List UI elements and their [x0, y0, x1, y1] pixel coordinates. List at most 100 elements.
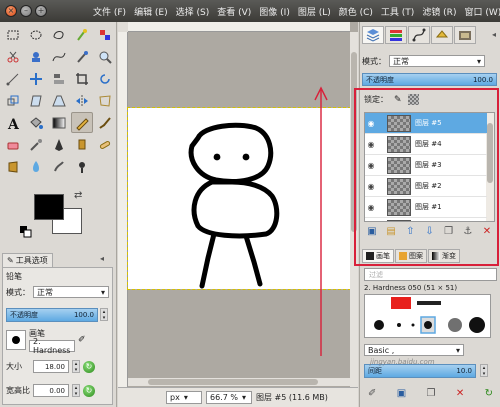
move-tool-button[interactable]	[25, 68, 47, 89]
tab-undo-history[interactable]	[431, 26, 453, 44]
close-window-button[interactable]: ×	[5, 5, 17, 17]
dock-menu-icon[interactable]: ◂	[492, 30, 496, 39]
align-tool-button[interactable]	[48, 68, 70, 89]
perspective-clone-tool-button[interactable]	[2, 156, 24, 177]
vertical-scroll-thumb[interactable]	[351, 52, 357, 232]
blur-tool-button[interactable]	[25, 156, 47, 177]
menu-edit[interactable]: 编辑 (E)	[130, 5, 172, 18]
unit-select[interactable]: px ▾	[166, 391, 202, 404]
layer-row[interactable]: ◉ 图层 #1	[365, 197, 487, 218]
tab-images[interactable]	[454, 26, 476, 44]
tab-brushes[interactable]: 画笔	[362, 249, 394, 263]
visibility-eye-icon[interactable]: ◉	[365, 140, 377, 149]
menu-view[interactable]: 查看 (V)	[213, 5, 255, 18]
mode-select[interactable]: 正常 ▾	[33, 286, 109, 298]
lower-layer-icon[interactable]: ⇩	[423, 224, 435, 238]
layer-row[interactable]: ◉ 图层 #5	[365, 113, 487, 134]
menu-tools[interactable]: 工具 (T)	[377, 5, 418, 18]
text-tool-button[interactable]: A	[2, 112, 24, 133]
scissors-tool-button[interactable]	[2, 46, 24, 67]
brush-filter-input[interactable]: 过滤	[364, 268, 497, 281]
menu-windows[interactable]: 窗口 (W)	[460, 5, 500, 18]
foreground-color-swatch[interactable]	[34, 194, 64, 220]
delete-brush-icon[interactable]: ✕	[456, 388, 464, 399]
cage-tool-button[interactable]	[94, 90, 116, 111]
free-select-tool-button[interactable]	[48, 24, 70, 45]
spacing-spinner[interactable]: ▴ ▾	[480, 364, 488, 377]
paintbrush-tool-button[interactable]	[94, 112, 116, 133]
brush-preview[interactable]	[6, 330, 26, 350]
new-layer-icon[interactable]: ▣	[366, 224, 378, 238]
canvas-horizontal-scrollbar[interactable]	[128, 378, 350, 386]
menu-colors[interactable]: 颜色 (C)	[335, 5, 377, 18]
bucket-fill-tool-button[interactable]	[25, 112, 47, 133]
paths-tool-button[interactable]	[48, 46, 70, 67]
new-brush-icon[interactable]: ▣	[397, 388, 406, 399]
raise-layer-icon[interactable]: ⇧	[404, 224, 416, 238]
vertical-ruler[interactable]	[118, 32, 128, 387]
rect-select-tool-button[interactable]	[2, 24, 24, 45]
blend-tool-button[interactable]	[48, 112, 70, 133]
horizontal-scroll-thumb[interactable]	[148, 379, 318, 385]
brush-preset-select[interactable]: Basic , ▾	[364, 344, 464, 356]
opacity-spinner[interactable]: ▴ ▾	[100, 308, 108, 321]
ink-tool-button[interactable]	[48, 134, 70, 155]
edit-brush-icon[interactable]: ✐	[368, 388, 376, 399]
tab-gradients[interactable]: 渐变	[428, 249, 460, 263]
aspect-spinner[interactable]: ▴ ▾	[72, 384, 80, 397]
minimize-window-button[interactable]: –	[20, 5, 32, 17]
delete-layer-icon[interactable]: ✕	[481, 224, 493, 238]
brush-spacing-slider[interactable]: 间距 10.0	[364, 364, 476, 378]
maximize-window-button[interactable]: +	[35, 5, 47, 17]
visibility-eye-icon[interactable]: ◉	[365, 119, 377, 128]
visibility-eye-icon[interactable]: ◉	[365, 182, 377, 191]
menu-filters[interactable]: 滤镜 (R)	[418, 5, 460, 18]
layer-opacity-slider[interactable]: 不透明度 100.0	[362, 73, 497, 86]
foreground-select-tool-button[interactable]	[25, 46, 47, 67]
zoom-select[interactable]: 66.7 % ▾	[206, 391, 252, 404]
layer-row[interactable]: ◉ 图层 #4	[365, 134, 487, 155]
tab-menu-icon[interactable]: ◂	[100, 254, 104, 263]
default-colors-icon[interactable]	[20, 226, 32, 238]
edit-brush-icon[interactable]: ✐	[78, 335, 86, 345]
layer-row[interactable]: ◉ 图层 #2	[365, 176, 487, 197]
reset-aspect-icon[interactable]: ↻	[83, 384, 95, 397]
color-picker-tool-button[interactable]	[71, 46, 93, 67]
anchor-layer-icon[interactable]: ⚓	[462, 224, 474, 238]
crop-tool-button[interactable]	[71, 68, 93, 89]
refresh-brushes-icon[interactable]: ↻	[485, 388, 493, 399]
size-input[interactable]: 18.00	[33, 360, 69, 373]
perspective-tool-button[interactable]	[48, 90, 70, 111]
visibility-eye-icon[interactable]: ◉	[365, 203, 377, 212]
measure-tool-button[interactable]	[2, 68, 24, 89]
reset-size-icon[interactable]: ↻	[83, 360, 95, 373]
layer-row[interactable]: ◉	[365, 218, 487, 221]
ellipse-select-tool-button[interactable]	[25, 24, 47, 45]
tab-paths[interactable]	[408, 26, 430, 44]
lock-alpha-icon[interactable]	[407, 94, 419, 105]
heal-tool-button[interactable]	[94, 134, 116, 155]
opacity-slider[interactable]: 不透明度 100.0	[6, 308, 98, 322]
tab-tool-options[interactable]: ✎ 工具选项	[2, 253, 53, 267]
clone-tool-button[interactable]	[71, 134, 93, 155]
eraser-tool-button[interactable]	[2, 134, 24, 155]
new-layer-group-icon[interactable]: ▤	[385, 224, 397, 238]
duplicate-brush-icon[interactable]: ❐	[427, 388, 436, 399]
aspect-input[interactable]: 0.00	[33, 384, 69, 397]
menu-image[interactable]: 图像 (I)	[255, 5, 294, 18]
tab-channels[interactable]	[385, 26, 407, 44]
flip-tool-button[interactable]	[71, 90, 93, 111]
layers-scrollbar[interactable]	[486, 113, 494, 221]
menu-layer[interactable]: 图层 (L)	[294, 5, 335, 18]
layer-mode-select[interactable]: 正常 ▾	[389, 55, 485, 67]
duplicate-layer-icon[interactable]: ❐	[443, 224, 455, 238]
lock-pixels-icon[interactable]: ✎	[394, 95, 402, 105]
brush-name-field[interactable]: 2. Hardness	[29, 337, 75, 355]
tab-layers[interactable]	[362, 26, 384, 44]
canvas-vertical-scrollbar[interactable]	[350, 32, 358, 387]
brush-grid[interactable]	[364, 294, 491, 338]
menu-file[interactable]: 文件 (F)	[89, 5, 130, 18]
smudge-tool-button[interactable]	[48, 156, 70, 177]
airbrush-tool-button[interactable]	[25, 134, 47, 155]
tab-patterns[interactable]: 图案	[395, 249, 427, 263]
